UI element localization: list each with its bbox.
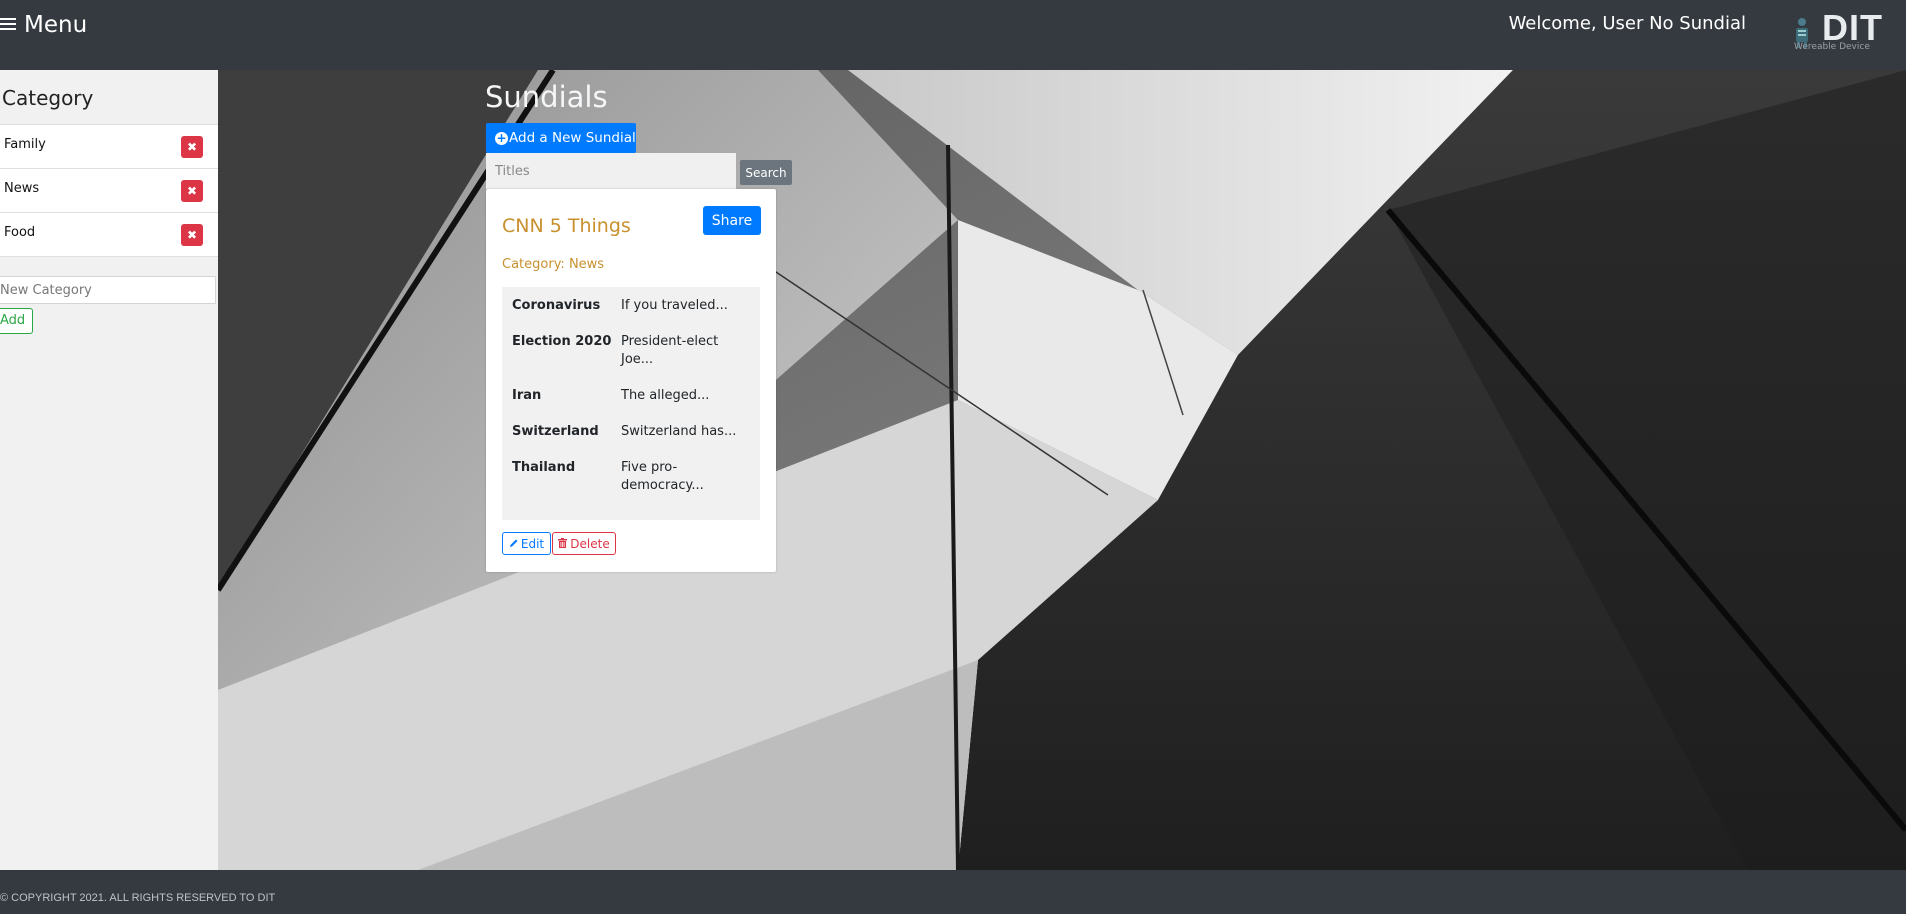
- search-button[interactable]: Search: [740, 160, 792, 185]
- add-category-button[interactable]: Add: [0, 308, 33, 334]
- dit-logo: DIT Wereable Device: [1790, 7, 1890, 56]
- sundial-items-list: Coronavirus If you traveled... Election …: [502, 287, 760, 520]
- footer: © COPYRIGHT 2021. ALL RIGHTS RESERVED TO…: [0, 870, 1906, 914]
- architecture-background-image: [218, 70, 1906, 870]
- item-value: President-elect Joe...: [621, 334, 719, 367]
- card-title: CNN 5 Things: [502, 215, 631, 237]
- category-item-news[interactable]: News ✖: [0, 168, 218, 212]
- hamburger-icon: [0, 12, 16, 38]
- welcome-text: Welcome, User No Sundial: [1508, 13, 1746, 34]
- delete-label: Delete: [570, 536, 610, 551]
- delete-button[interactable]: Delete: [552, 532, 616, 555]
- item-value: If you traveled...: [621, 298, 728, 313]
- category-label: News: [4, 181, 40, 196]
- category-list: Family ✖ News ✖ Food ✖: [0, 124, 218, 257]
- delete-category-button[interactable]: ✖: [181, 180, 203, 202]
- item-title: Coronavirus: [512, 298, 601, 313]
- item-value: Five pro-democracy...: [621, 460, 704, 493]
- main-content: [218, 70, 1906, 870]
- category-label: Food: [4, 225, 36, 240]
- new-category-input[interactable]: [0, 276, 216, 304]
- pencil-icon: [509, 537, 519, 551]
- item-title: Election 2020: [512, 334, 612, 349]
- item-title: Switzerland: [512, 424, 599, 439]
- card-category: Category: News: [502, 257, 605, 272]
- edit-label: Edit: [520, 536, 545, 551]
- close-icon: ✖: [186, 140, 198, 154]
- sidebar-title: Category: [2, 86, 94, 110]
- add-sundial-label: Add a New Sundial: [509, 130, 636, 146]
- category-item-food[interactable]: Food ✖: [0, 212, 218, 257]
- item-value: The alleged...: [621, 388, 710, 403]
- page-title: Sundials: [485, 80, 608, 114]
- share-button[interactable]: Share: [703, 206, 761, 235]
- top-navbar: Menu Welcome, User No Sundial DIT Wereab…: [0, 0, 1906, 70]
- close-icon: ✖: [186, 228, 198, 242]
- search-input[interactable]: [486, 153, 736, 189]
- category-label: Family: [4, 137, 46, 152]
- category-sidebar: Category Family ✖ News ✖ Food ✖ Add: [0, 70, 218, 870]
- category-item-family[interactable]: Family ✖: [0, 124, 218, 168]
- plus-circle-icon: +: [495, 130, 508, 145]
- add-new-sundial-button[interactable]: + Add a New Sundial: [486, 123, 636, 153]
- copyright-text: © COPYRIGHT 2021. ALL RIGHTS RESERVED TO…: [0, 892, 276, 904]
- sundial-card: CNN 5 Things Share Category: News Corona…: [486, 189, 776, 572]
- item-title: Thailand: [512, 460, 576, 475]
- edit-button[interactable]: Edit: [502, 532, 551, 555]
- menu-button[interactable]: Menu: [0, 12, 87, 38]
- logo-subtitle: Wereable Device: [1794, 42, 1870, 52]
- delete-category-button[interactable]: ✖: [181, 224, 203, 246]
- item-title: Iran: [512, 388, 542, 403]
- delete-category-button[interactable]: ✖: [181, 136, 203, 158]
- menu-label: Menu: [24, 12, 88, 38]
- close-icon: ✖: [186, 184, 198, 198]
- trash-icon: [558, 537, 568, 551]
- item-value: Switzerland has...: [621, 424, 737, 439]
